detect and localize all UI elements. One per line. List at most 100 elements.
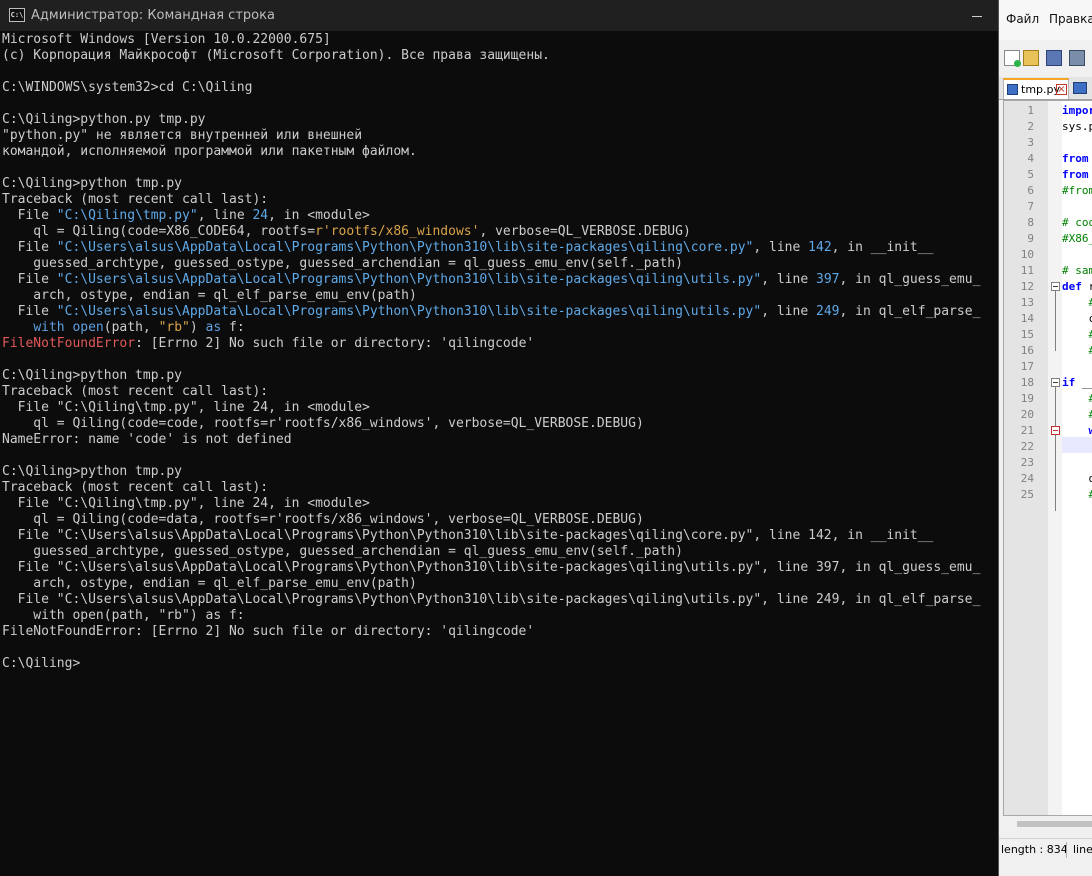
current-line-highlight [1062, 437, 1092, 453]
code-token: #X86_ [1062, 232, 1092, 245]
console-text: (path, [103, 320, 159, 335]
code-token: c [1062, 312, 1092, 325]
line-number: 15 [1020, 328, 1034, 341]
line-number: 1 [1027, 104, 1034, 117]
console-text: "python.py" не является внутренней или в… [2, 128, 363, 143]
console-text: FileNotFoundError: [Errno 2] No such fil… [2, 624, 535, 639]
open-file-icon[interactable] [1023, 50, 1039, 66]
console-line: File "C:\Users\alsus\AppData\Local\Progr… [2, 304, 998, 320]
console-line: FileNotFoundError: [Errno 2] No such fil… [2, 336, 998, 352]
code-editor[interactable]: 1 2 3 4 5 6 7 8 9 10 11 12 13 14 15 16 17 18 19 20 21 22 23 24 2… [1003, 100, 1092, 816]
status-line: line [1073, 843, 1092, 856]
line-number: 13 [1020, 296, 1034, 309]
console-line: ql = Qiling(code=X86_CODE64, rootfs=r'ro… [2, 224, 998, 240]
next-tab-icon[interactable] [1073, 82, 1087, 94]
status-separator [1066, 842, 1067, 858]
console-text: , line [761, 272, 816, 287]
code-token: q [1062, 472, 1092, 485]
console-line: C:\Qiling> [2, 656, 998, 672]
console-text: arch, ostype, endian = ql_elf_parse_emu_… [2, 288, 417, 303]
console-text: , line [761, 304, 816, 319]
tab-tmp-py[interactable]: tmp.py × [1003, 78, 1069, 99]
console-text: guessed_archtype, guessed_ostype, guesse… [2, 544, 683, 559]
line-number: 25 [1020, 488, 1034, 501]
console-line: C:\Qiling>python tmp.py [2, 368, 998, 384]
console-text: as [205, 320, 222, 335]
code-line: # [1062, 327, 1092, 343]
status-bar: length : 834 line [999, 838, 1092, 861]
code-line: # [1062, 343, 1092, 359]
console-line: arch, ostype, endian = ql_elf_parse_emu_… [2, 288, 998, 304]
console-output[interactable]: Microsoft Windows [Version 10.0.22000.67… [2, 32, 998, 672]
code-line: # coo [1062, 215, 1092, 231]
code-token: from [1062, 152, 1089, 165]
menu-file[interactable]: Файл [1006, 12, 1039, 26]
line-number: 7 [1027, 200, 1034, 213]
console-text: C:\Qiling>python tmp.py [2, 176, 183, 191]
code-line: from [1062, 167, 1089, 183]
line-number: 22 [1020, 440, 1034, 453]
code-line: sys.p [1062, 119, 1092, 135]
fold-toggle-icon[interactable] [1051, 426, 1060, 435]
code-line: # [1062, 407, 1092, 423]
console-line: ql = Qiling(code=data, rootfs=r'rootfs/x… [2, 512, 998, 528]
console-text: C:\Qiling>python tmp.py [2, 464, 183, 479]
save-all-icon[interactable] [1069, 50, 1085, 66]
line-number: 16 [1020, 344, 1034, 357]
line-number: 10 [1020, 248, 1034, 261]
console-text: File "C:\Qiling\tmp.py", line 24, in <mo… [2, 496, 370, 511]
code-token: impor [1062, 104, 1092, 117]
console-line: C:\Qiling>python tmp.py [2, 176, 998, 192]
console-text: File [2, 240, 57, 255]
menu-edit[interactable]: Правка [1049, 12, 1092, 26]
horizontal-scrollbar[interactable] [1003, 818, 1092, 830]
code-token: # [1062, 488, 1092, 501]
console-text: File [2, 208, 57, 223]
console-line: Traceback (most recent call last): [2, 192, 998, 208]
scrollbar-thumb[interactable] [1017, 821, 1092, 827]
console-text: C:\WINDOWS\system32>cd C:\Qiling [2, 80, 253, 95]
console-line: Microsoft Windows [Version 10.0.22000.67… [2, 32, 998, 48]
line-number: 14 [1020, 312, 1034, 325]
minimize-button[interactable] [962, 6, 992, 26]
console-line: Traceback (most recent call last): [2, 480, 998, 496]
line-number-gutter: 1 2 3 4 5 6 7 8 9 10 11 12 13 14 15 16 17 18 19 20 21 22 23 24 2… [1004, 101, 1048, 815]
toolbar [999, 46, 1092, 72]
fold-toggle-icon[interactable] [1051, 282, 1060, 291]
line-number: 9 [1027, 232, 1034, 245]
console-line: File "C:\Users\alsus\AppData\Local\Progr… [2, 240, 998, 256]
line-number: 18 [1020, 376, 1034, 389]
fold-toggle-icon[interactable] [1051, 378, 1060, 387]
line-number: 5 [1027, 168, 1034, 181]
code-line: w [1062, 423, 1092, 439]
code-line: q [1062, 471, 1092, 487]
console-text: with open(path, "rb") as f: [2, 608, 245, 623]
console-text: "C:\Qiling\tmp.py" [56, 208, 198, 223]
menu-bar: Файл Правка [999, 0, 1092, 40]
console-line: File "C:\Users\alsus\AppData\Local\Progr… [2, 528, 998, 544]
console-text: , in ql_elf_parse_ [839, 304, 981, 319]
console-text: Microsoft Windows [Version 10.0.22000.67… [2, 32, 331, 47]
console-text: Traceback (most recent call last): [2, 192, 269, 207]
console-text: , line [197, 208, 253, 223]
new-file-icon[interactable] [1004, 50, 1021, 67]
code-line: # sam [1062, 263, 1092, 279]
code-token: # sam [1062, 264, 1092, 277]
close-icon[interactable]: × [1056, 84, 1067, 95]
save-icon [1007, 84, 1018, 95]
line-number: 4 [1027, 152, 1034, 165]
cmd-titlebar[interactable]: C:\ Администратор: Командная строка [0, 0, 998, 31]
save-icon[interactable] [1046, 50, 1062, 66]
console-line: File "C:\Qiling\tmp.py", line 24, in <mo… [2, 496, 998, 512]
console-line: arch, ostype, endian = ql_elf_parse_emu_… [2, 576, 998, 592]
console-text: "C:\Users\alsus\AppData\Local\Programs\P… [56, 272, 762, 287]
console-text: File "C:\Qiling\tmp.py", line 24, in <mo… [2, 400, 370, 415]
console-text: C:\Qiling>python.py tmp.py [2, 112, 206, 127]
code-token: # [1062, 392, 1092, 405]
console-line: C:\Qiling>python tmp.py [2, 464, 998, 480]
status-length: length : 834 [1001, 843, 1068, 856]
